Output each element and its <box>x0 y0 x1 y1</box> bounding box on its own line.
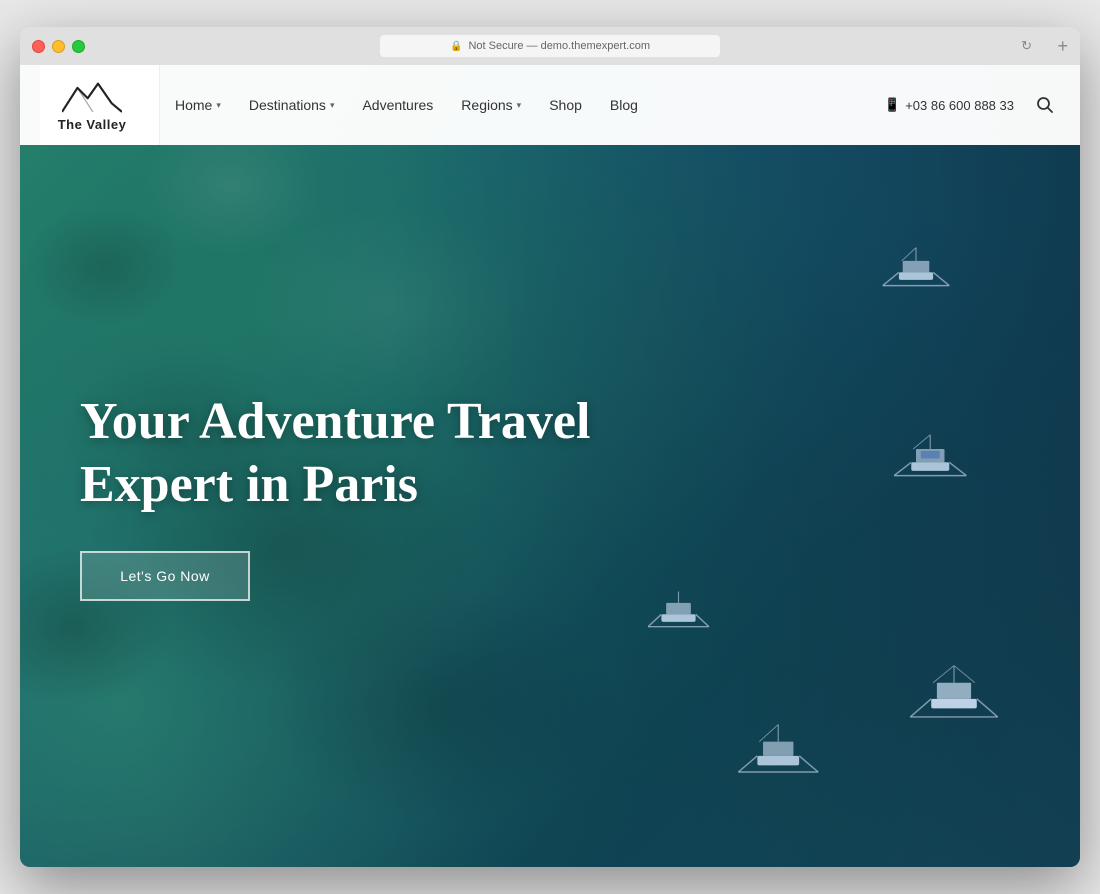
logo[interactable]: The Valley <box>40 65 160 145</box>
regions-chevron-icon: ▾ <box>517 100 522 111</box>
nav-shop[interactable]: Shop <box>549 97 582 113</box>
navbar: The Valley Home ▾ Destinations ▾ Adventu… <box>20 65 1080 145</box>
nav-regions[interactable]: Regions ▾ <box>461 97 521 113</box>
new-tab-button[interactable]: + <box>1057 37 1068 55</box>
search-button[interactable] <box>1030 90 1060 120</box>
nav-home-label: Home <box>175 97 212 113</box>
logo-text: The Valley <box>58 117 127 132</box>
logo-icon <box>62 79 122 114</box>
hero-title-line1: Your Adventure Travel <box>80 393 590 450</box>
website-content: The Valley Home ▾ Destinations ▾ Adventu… <box>20 65 1080 867</box>
phone-number: 📱 +03 86 600 888 33 <box>884 97 1014 113</box>
cta-button[interactable]: Let's Go Now <box>80 551 250 601</box>
url-bar[interactable]: 🔒 Not Secure — demo.themexpert.com <box>380 35 720 57</box>
nav-blog-label: Blog <box>610 97 638 113</box>
nav-destinations[interactable]: Destinations ▾ <box>249 97 335 113</box>
nav-destinations-label: Destinations <box>249 97 326 113</box>
nav-links: Home ▾ Destinations ▾ Adventures Regions… <box>175 97 884 113</box>
mac-window-controls <box>32 40 85 53</box>
search-icon <box>1036 96 1054 114</box>
nav-adventures[interactable]: Adventures <box>362 97 433 113</box>
nav-shop-label: Shop <box>549 97 582 113</box>
mac-window: 🔒 Not Secure — demo.themexpert.com ↻ + T… <box>20 27 1080 867</box>
nav-home[interactable]: Home ▾ <box>175 97 221 113</box>
maximize-window-button[interactable] <box>72 40 85 53</box>
home-chevron-icon: ▾ <box>216 100 221 111</box>
hero-title: Your Adventure Travel Expert in Paris <box>80 391 600 516</box>
nav-regions-label: Regions <box>461 97 512 113</box>
logo-name: The Valley <box>58 117 127 132</box>
close-window-button[interactable] <box>32 40 45 53</box>
refresh-button[interactable]: ↻ <box>1021 38 1032 54</box>
nav-right: 📱 +03 86 600 888 33 <box>884 90 1060 120</box>
url-text: Not Secure — demo.themexpert.com <box>468 40 650 52</box>
phone-text: +03 86 600 888 33 <box>905 98 1014 113</box>
phone-icon: 📱 <box>884 97 900 113</box>
nav-blog[interactable]: Blog <box>610 97 638 113</box>
mac-titlebar: 🔒 Not Secure — demo.themexpert.com ↻ + <box>20 27 1080 65</box>
minimize-window-button[interactable] <box>52 40 65 53</box>
hero-section: Your Adventure Travel Expert in Paris Le… <box>20 145 1080 867</box>
hero-title-line2: Expert in Paris <box>80 456 418 513</box>
security-icon: 🔒 <box>450 41 462 52</box>
nav-adventures-label: Adventures <box>362 97 433 113</box>
destinations-chevron-icon: ▾ <box>330 100 335 111</box>
